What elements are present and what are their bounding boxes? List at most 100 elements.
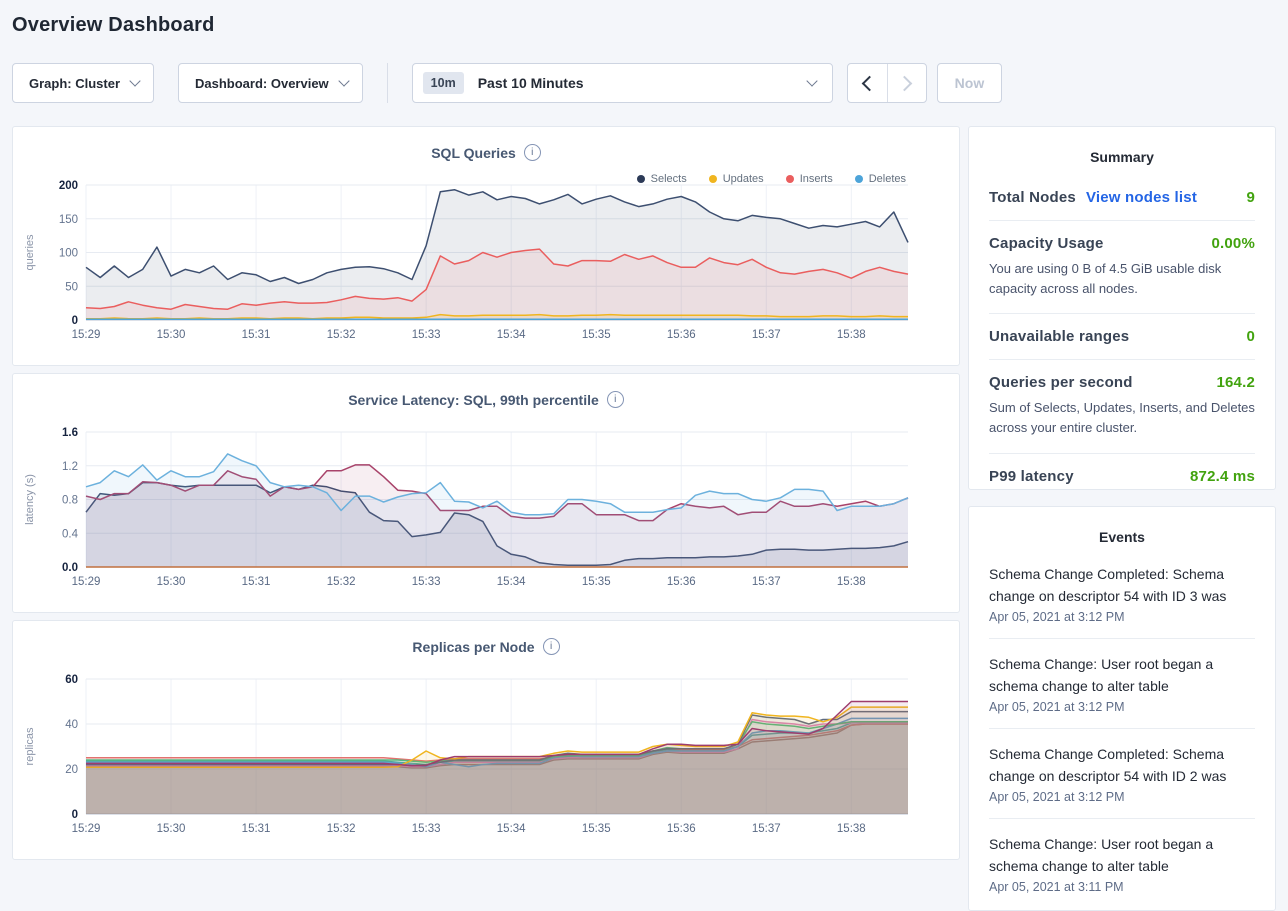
queries-per-second-label: Queries per second xyxy=(989,374,1133,391)
svg-text:15:30: 15:30 xyxy=(157,576,186,588)
svg-text:60: 60 xyxy=(65,674,78,686)
svg-text:50: 50 xyxy=(65,281,78,293)
legend-dot xyxy=(855,175,863,183)
svg-text:0: 0 xyxy=(72,315,78,327)
view-nodes-list-link[interactable]: View nodes list xyxy=(1086,189,1197,206)
service-latency-plot[interactable]: 15:2915:3015:3115:3215:3315:3415:3515:36… xyxy=(13,422,961,597)
unavailable-ranges-value: 0 xyxy=(1246,328,1255,345)
divider xyxy=(989,818,1255,819)
svg-text:15:33: 15:33 xyxy=(412,329,441,341)
chart-card-sql-queries: SQL Queries i Selects Updates Inserts Delete… xyxy=(12,126,960,366)
prev-range-button[interactable] xyxy=(848,64,887,102)
time-window-label: Past 10 Minutes xyxy=(478,75,584,91)
chart-card-replicas-per-node: Replicas per Nodei 15:2915:3015:3115:321… xyxy=(12,620,960,860)
svg-text:15:31: 15:31 xyxy=(242,576,271,588)
chevron-left-icon xyxy=(861,75,877,91)
chart-title: SQL Queries xyxy=(431,145,516,161)
chart-header: Service Latency: SQL, 99th percentile i xyxy=(13,374,959,411)
svg-text:latency (s): latency (s) xyxy=(24,474,36,525)
info-icon[interactable]: i xyxy=(543,638,560,655)
graph-scope-label: Graph: Cluster xyxy=(29,76,120,91)
toolbar: Graph: Cluster Dashboard: Overview 10m P… xyxy=(12,63,1276,103)
event-text: Schema Change: User root began a schema … xyxy=(989,833,1255,877)
sidebar: Summary Total Nodes View nodes list 9 Ca… xyxy=(968,126,1276,911)
info-icon[interactable]: i xyxy=(524,144,541,161)
divider xyxy=(989,638,1255,639)
capacity-usage-label: Capacity Usage xyxy=(989,235,1104,252)
divider xyxy=(989,453,1255,454)
total-nodes-row: Total Nodes View nodes list 9 xyxy=(989,189,1255,206)
svg-text:15:34: 15:34 xyxy=(497,329,526,341)
chevron-right-icon xyxy=(897,75,913,91)
legend-item-updates[interactable]: Updates xyxy=(709,173,764,185)
svg-text:15:37: 15:37 xyxy=(752,823,781,835)
event-timestamp: Apr 05, 2021 at 3:11 PM xyxy=(989,880,1255,894)
svg-text:15:37: 15:37 xyxy=(752,576,781,588)
chart-header: Replicas per Nodei xyxy=(13,621,959,658)
legend-dot xyxy=(786,175,794,183)
event-timestamp: Apr 05, 2021 at 3:12 PM xyxy=(989,700,1255,714)
legend-item-selects[interactable]: Selects xyxy=(637,173,687,185)
svg-text:15:34: 15:34 xyxy=(497,823,526,835)
svg-text:1.6: 1.6 xyxy=(62,427,78,439)
events-panel: Events Schema Change Completed: Schema c… xyxy=(968,506,1276,911)
divider xyxy=(989,359,1255,360)
event-timestamp: Apr 05, 2021 at 3:12 PM xyxy=(989,790,1255,804)
legend-item-deletes[interactable]: Deletes xyxy=(855,173,906,185)
graph-scope-dropdown[interactable]: Graph: Cluster xyxy=(12,63,154,103)
legend-label: Updates xyxy=(723,173,764,185)
svg-text:15:36: 15:36 xyxy=(667,823,696,835)
overview-dashboard-page: Overview Dashboard Graph: Cluster Dashbo… xyxy=(0,0,1288,911)
capacity-usage-value: 0.00% xyxy=(1211,235,1255,252)
queries-per-second-value: 164.2 xyxy=(1216,374,1255,391)
chart-title: Service Latency: SQL, 99th percentile xyxy=(348,392,599,408)
now-button[interactable]: Now xyxy=(937,63,1003,103)
event-text: Schema Change Completed: Schema change o… xyxy=(989,563,1255,607)
chart-card-service-latency: Service Latency: SQL, 99th percentile i 1… xyxy=(12,373,960,613)
svg-text:150: 150 xyxy=(59,214,78,226)
toolbar-divider xyxy=(387,63,388,103)
svg-text:15:38: 15:38 xyxy=(837,576,866,588)
time-window-badge: 10m xyxy=(423,72,464,94)
svg-text:15:35: 15:35 xyxy=(582,823,611,835)
summary-title: Summary xyxy=(989,149,1255,165)
svg-text:15:35: 15:35 xyxy=(582,576,611,588)
svg-text:replicas: replicas xyxy=(24,727,36,765)
charts-column: SQL Queries i Selects Updates Inserts Delete… xyxy=(12,126,960,867)
svg-text:15:32: 15:32 xyxy=(327,823,356,835)
p99-latency-value: 872.4 ms xyxy=(1190,468,1255,485)
divider xyxy=(989,220,1255,221)
chart-header: SQL Queries i xyxy=(13,127,959,164)
svg-text:0.0: 0.0 xyxy=(62,562,78,574)
queries-per-second-row: Queries per second 164.2 xyxy=(989,374,1255,391)
next-range-button[interactable] xyxy=(887,64,926,102)
svg-text:15:29: 15:29 xyxy=(72,823,101,835)
unavailable-ranges-row: Unavailable ranges 0 xyxy=(989,328,1255,345)
legend-label: Deletes xyxy=(869,173,906,185)
events-title: Events xyxy=(989,529,1255,545)
total-nodes-label: Total Nodes xyxy=(989,189,1076,206)
info-icon[interactable]: i xyxy=(607,391,624,408)
svg-text:15:36: 15:36 xyxy=(667,329,696,341)
svg-text:20: 20 xyxy=(65,764,78,776)
chevron-down-icon xyxy=(129,75,140,86)
svg-text:15:31: 15:31 xyxy=(242,329,271,341)
legend-dot xyxy=(637,175,645,183)
p99-latency-label: P99 latency xyxy=(989,468,1074,485)
svg-text:15:35: 15:35 xyxy=(582,329,611,341)
svg-text:15:38: 15:38 xyxy=(837,329,866,341)
time-range-picker[interactable]: 10m Past 10 Minutes xyxy=(412,63,833,103)
event-item: Schema Change Completed: Schema change o… xyxy=(989,563,1255,624)
unavailable-ranges-label: Unavailable ranges xyxy=(989,328,1129,345)
event-timestamp: Apr 05, 2021 at 3:12 PM xyxy=(989,610,1255,624)
svg-text:15:31: 15:31 xyxy=(242,823,271,835)
replicas-per-node-plot[interactable]: 15:2915:3015:3115:3215:3315:3415:3515:36… xyxy=(13,669,961,844)
svg-text:15:33: 15:33 xyxy=(412,823,441,835)
dashboard-dropdown[interactable]: Dashboard: Overview xyxy=(178,63,363,103)
page-title: Overview Dashboard xyxy=(12,14,1276,37)
chart-legend: Selects Updates Inserts Deletes xyxy=(637,173,906,185)
event-item: Schema Change: User root began a schema … xyxy=(989,833,1255,894)
svg-text:15:36: 15:36 xyxy=(667,576,696,588)
sql-queries-plot[interactable]: 15:2915:3015:3115:3215:3315:3415:3515:36… xyxy=(13,175,961,350)
legend-item-inserts[interactable]: Inserts xyxy=(786,173,833,185)
